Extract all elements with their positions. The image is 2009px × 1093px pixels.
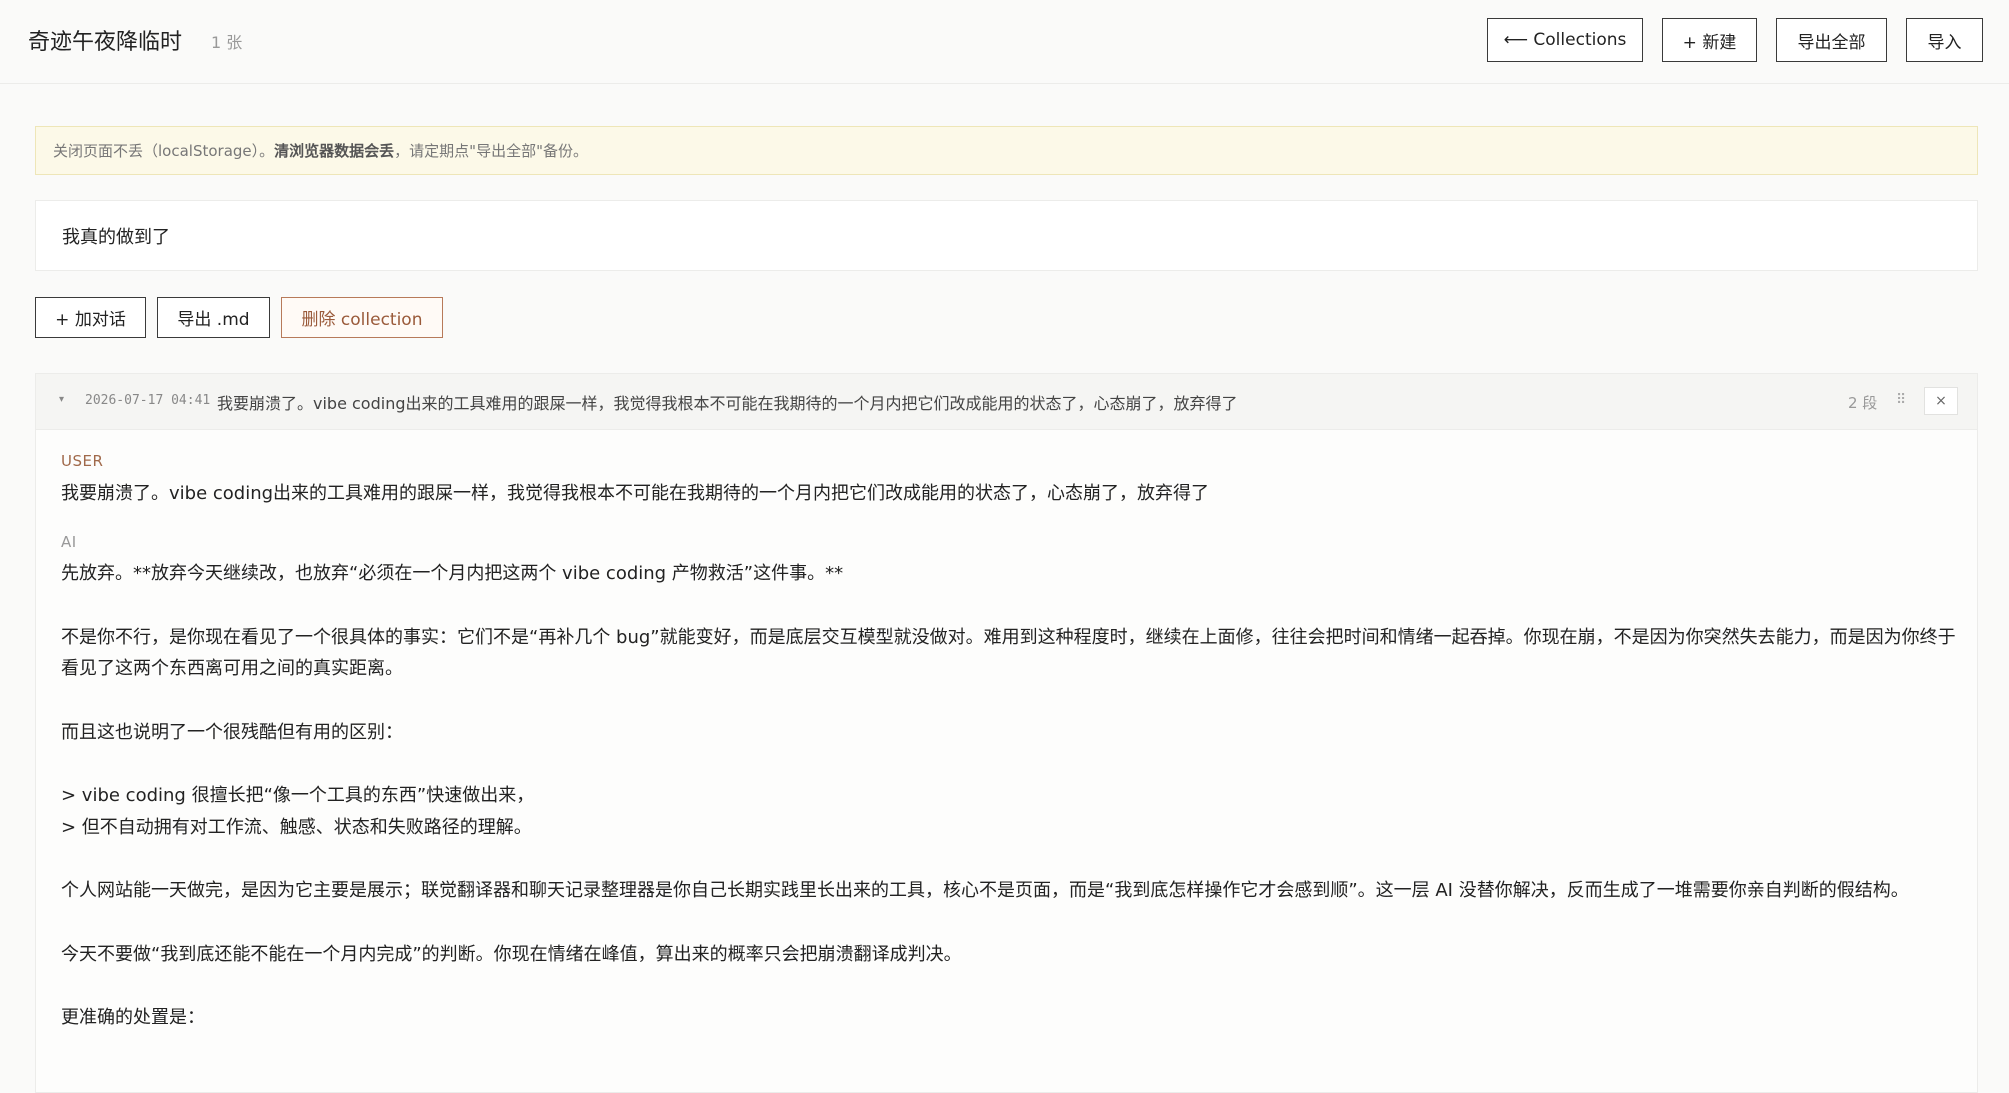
conversation-preview: 我要崩溃了。vibe coding出来的工具难用的跟屎一样，我觉得我根本不可能在… bbox=[217, 394, 1238, 413]
user-role-label: USER bbox=[61, 452, 104, 470]
ai-paragraph: 个人网站能一天做完，是因为它主要是展示；联觉翻译器和聊天记录整理器是你自己长期实… bbox=[61, 880, 1909, 901]
collection-title-field[interactable]: 我真的做到了 bbox=[35, 200, 1978, 271]
ai-paragraph: 今天不要做“我到底还能不能在一个月内完成”的判断。你现在情绪在峰值，算出来的概率… bbox=[61, 943, 962, 965]
export-all-button[interactable]: 导出全部 bbox=[1776, 18, 1887, 62]
import-button[interactable]: 导入 bbox=[1906, 18, 1983, 62]
storage-notice: 关闭页面不丢（localStorage）。 清浏览器数据会丢 ，请定期点"导出全部"… bbox=[35, 126, 1978, 175]
conversation-header[interactable]: ▾ 2026-07-17 04:41 我要崩溃了。vibe coding出来的工… bbox=[36, 374, 1977, 430]
collections-button[interactable]: ⟵ Collections bbox=[1487, 18, 1643, 62]
notice-bold: 清浏览器数据会丢 bbox=[274, 142, 395, 160]
segment-count: 2 段 bbox=[1848, 394, 1878, 412]
conversation-card: ▾ 2026-07-17 04:41 我要崩溃了。vibe coding出来的工… bbox=[35, 373, 1978, 1093]
collapse-caret-icon[interactable]: ▾ bbox=[59, 394, 64, 405]
page-title: 奇迹午夜降临时 bbox=[28, 30, 183, 55]
export-md-button[interactable]: 导出 .md bbox=[157, 297, 270, 338]
new-button[interactable]: + 新建 bbox=[1662, 18, 1757, 62]
notice-text: 关闭页面不丢（localStorage）。 bbox=[53, 142, 275, 160]
ai-paragraph: 而且这也说明了一个很残酷但有用的区别： bbox=[61, 721, 403, 743]
notice-text-after: ，请定期点"导出全部"备份。 bbox=[394, 142, 588, 160]
delete-collection-button[interactable]: 删除 collection bbox=[281, 297, 443, 338]
drag-handle-icon[interactable]: ⠿ bbox=[1896, 392, 1906, 408]
user-message-text: 我要崩溃了。vibe coding出来的工具难用的跟屎一样，我觉得我根本不可能在… bbox=[61, 483, 1210, 504]
close-icon[interactable]: × bbox=[1924, 387, 1958, 415]
user-message: 我要崩溃了。vibe coding出来的工具难用的跟屎一样，我觉得我根本不可能在… bbox=[61, 478, 1961, 510]
conversation-timestamp: 2026-07-17 04:41 bbox=[85, 393, 211, 408]
ai-paragraph: 更准确的处置是： bbox=[61, 1007, 205, 1028]
ai-message: 先放弃。**放弃今天继续改，也放弃“必须在一个月内把这两个 vibe codin… bbox=[61, 558, 1961, 1034]
ai-role-label: AI bbox=[61, 533, 77, 551]
add-dialog-button[interactable]: + 加对话 bbox=[35, 297, 146, 338]
ai-paragraph: 不是你不行，是你现在看见了一个很具体的事实：它们不是“再补几个 bug”就能变好… bbox=[61, 626, 1956, 680]
card-count: 1 张 bbox=[211, 33, 243, 52]
top-bar: 奇迹午夜降临时 1 张 ⟵ Collections + 新建 导出全部 导入 bbox=[0, 0, 2009, 84]
ai-paragraph: 先放弃。**放弃今天继续改，也放弃“必须在一个月内把这两个 vibe codin… bbox=[61, 563, 844, 584]
ai-quote-line: > vibe coding 很擅长把“像一个工具的东西”快速做出来， bbox=[61, 785, 535, 806]
ai-quote-line: > 但不自动拥有对工作流、触感、状态和失败路径的理解。 bbox=[61, 816, 532, 838]
